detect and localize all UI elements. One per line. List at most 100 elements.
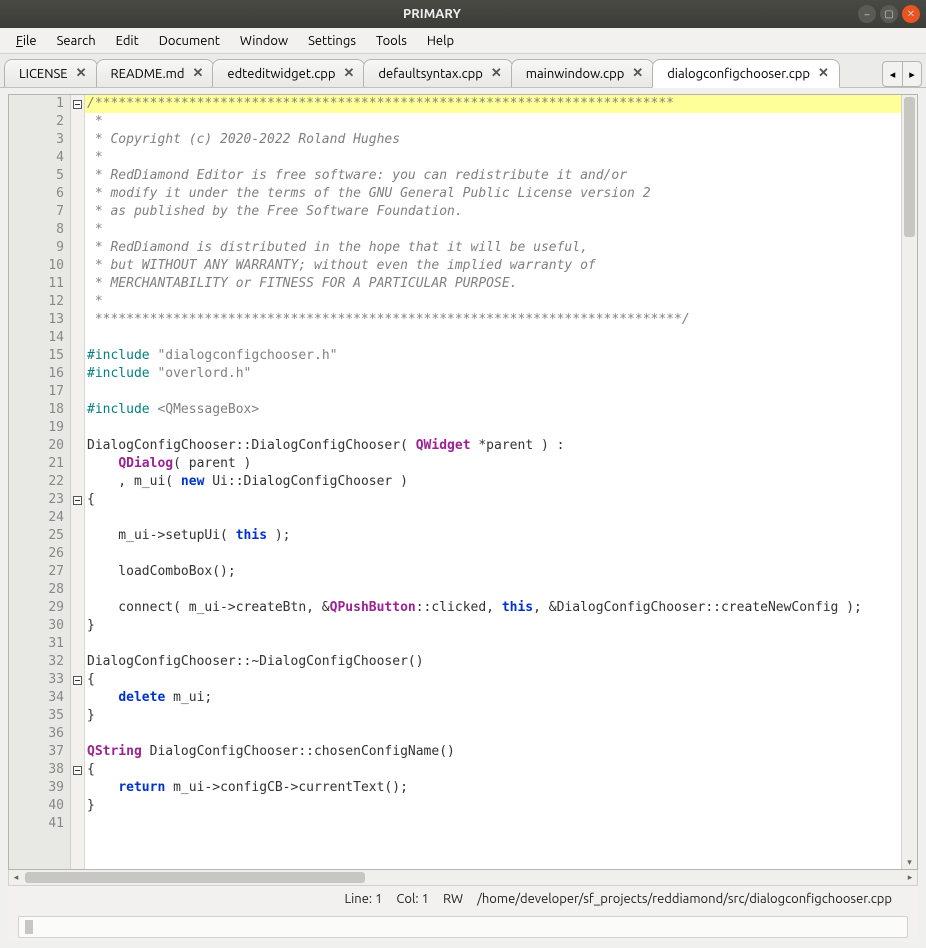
code-line[interactable]: QDialog( parent ) (85, 455, 901, 473)
tab-close-icon[interactable]: ✕ (818, 66, 829, 81)
line-number: 11 (9, 275, 70, 293)
vertical-scroll-thumb[interactable] (904, 97, 915, 237)
tab-defaultsyntax-cpp[interactable]: defaultsyntax.cpp✕ (363, 59, 512, 87)
tab-scroll-right-button[interactable]: ▸ (902, 61, 922, 87)
code-line[interactable]: * modify it under the terms of the GNU G… (85, 185, 901, 203)
code-line[interactable]: return m_ui->configCB->currentText(); (85, 779, 901, 797)
code-line[interactable]: delete m_ui; (85, 689, 901, 707)
fold-cell (71, 581, 84, 599)
code-line[interactable]: ****************************************… (85, 311, 901, 329)
tab-readme-md[interactable]: README.md✕ (96, 59, 215, 87)
line-number: 14 (9, 329, 70, 347)
horizontal-scroll-thumb[interactable] (25, 872, 365, 883)
menu-item-window[interactable]: Window (230, 31, 298, 51)
code-line[interactable]: m_ui->setupUi( this ); (85, 527, 901, 545)
fold-cell (71, 599, 84, 617)
code-line[interactable]: * (85, 221, 901, 239)
tab-mainwindow-cpp[interactable]: mainwindow.cpp✕ (511, 59, 654, 87)
code-line[interactable]: { (85, 671, 901, 689)
tab-close-icon[interactable]: ✕ (193, 66, 204, 81)
scroll-left-icon[interactable]: ◂ (9, 872, 23, 883)
vertical-scrollbar[interactable]: ▴ ▾ (901, 95, 917, 869)
minimize-button[interactable]: – (858, 5, 876, 23)
code-line[interactable] (85, 383, 901, 401)
code-line[interactable]: #include <QMessageBox> (85, 401, 901, 419)
code-line[interactable] (85, 419, 901, 437)
code-line[interactable]: loadComboBox(); (85, 563, 901, 581)
code-line[interactable]: * Copyright (c) 2020-2022 Roland Hughes (85, 131, 901, 149)
code-line[interactable]: * RedDiamond Editor is free software: yo… (85, 167, 901, 185)
code-line[interactable]: } (85, 617, 901, 635)
fold-cell (71, 311, 84, 329)
code-line[interactable]: QString DialogConfigChooser::chosenConfi… (85, 743, 901, 761)
code-line[interactable]: #include "dialogconfigchooser.h" (85, 347, 901, 365)
fold-cell (71, 455, 84, 473)
fold-cell (71, 95, 84, 113)
fold-toggle-icon[interactable] (73, 100, 82, 109)
code-line[interactable]: * as published by the Free Software Foun… (85, 203, 901, 221)
tab-close-icon[interactable]: ✕ (76, 66, 87, 81)
code-line[interactable]: DialogConfigChooser::DialogConfigChooser… (85, 437, 901, 455)
fold-cell (71, 635, 84, 653)
code-line[interactable]: /***************************************… (85, 95, 901, 113)
tab-close-icon[interactable]: ✕ (491, 66, 502, 81)
tab-edteditwidget-cpp[interactable]: edteditwidget.cpp✕ (212, 59, 365, 87)
horizontal-scrollbar[interactable]: ◂ ▸ (8, 870, 918, 886)
code-line[interactable]: DialogConfigChooser::~DialogConfigChoose… (85, 653, 901, 671)
code-line[interactable] (85, 509, 901, 527)
scroll-right-icon[interactable]: ▸ (903, 872, 917, 883)
menu-item-file[interactable]: File (6, 31, 47, 51)
code-line[interactable]: * RedDiamond is distributed in the hope … (85, 239, 901, 257)
menu-item-settings[interactable]: Settings (298, 31, 366, 51)
tab-close-icon[interactable]: ✕ (632, 66, 643, 81)
code-line[interactable]: #include "overlord.h" (85, 365, 901, 383)
line-number: 36 (9, 725, 70, 743)
close-button[interactable]: ✕ (902, 5, 920, 23)
code-line[interactable] (85, 635, 901, 653)
fold-toggle-icon[interactable] (73, 766, 82, 775)
line-number: 2 (9, 113, 70, 131)
code-line[interactable]: , m_ui( new Ui::DialogConfigChooser ) (85, 473, 901, 491)
line-number: 27 (9, 563, 70, 581)
code-line[interactable]: } (85, 797, 901, 815)
menu-item-help[interactable]: Help (417, 31, 464, 51)
code-line[interactable]: { (85, 761, 901, 779)
code-line[interactable] (85, 545, 901, 563)
tab-nav: ◂ ▸ (882, 61, 922, 87)
tab-scroll-left-button[interactable]: ◂ (882, 61, 902, 87)
code-view[interactable]: /***************************************… (85, 95, 901, 869)
scroll-down-icon[interactable]: ▾ (902, 855, 917, 869)
fold-toggle-icon[interactable] (73, 496, 82, 505)
title-bar: PRIMARY – ▢ ✕ (0, 0, 926, 28)
fold-cell (71, 815, 84, 833)
code-line[interactable] (85, 725, 901, 743)
code-line[interactable]: * (85, 293, 901, 311)
code-line[interactable] (85, 581, 901, 599)
menu-item-document[interactable]: Document (149, 31, 230, 51)
fold-toggle-icon[interactable] (73, 676, 82, 685)
menu-item-edit[interactable]: Edit (106, 31, 149, 51)
command-input[interactable] (18, 916, 908, 938)
code-line[interactable]: connect( m_ui->createBtn, &QPushButton::… (85, 599, 901, 617)
line-number: 4 (9, 149, 70, 167)
hscroll-track[interactable] (23, 870, 903, 885)
maximize-button[interactable]: ▢ (880, 5, 898, 23)
code-line[interactable]: * (85, 113, 901, 131)
fold-cell (71, 689, 84, 707)
menu-item-tools[interactable]: Tools (366, 31, 417, 51)
fold-cell (71, 509, 84, 527)
code-line[interactable] (85, 329, 901, 347)
code-line[interactable]: * (85, 149, 901, 167)
code-line[interactable]: * MERCHANTABILITY or FITNESS FOR A PARTI… (85, 275, 901, 293)
code-line[interactable]: * but WITHOUT ANY WARRANTY; without even… (85, 257, 901, 275)
code-line[interactable] (85, 815, 901, 833)
code-line[interactable]: } (85, 707, 901, 725)
fold-cell (71, 707, 84, 725)
fold-cell (71, 419, 84, 437)
tab-license[interactable]: LICENSE✕ (4, 59, 98, 87)
line-number: 22 (9, 473, 70, 491)
tab-dialogconfigchooser-cpp[interactable]: dialogconfigchooser.cpp✕ (652, 59, 840, 88)
tab-close-icon[interactable]: ✕ (344, 66, 355, 81)
code-line[interactable]: { (85, 491, 901, 509)
menu-item-search[interactable]: Search (47, 31, 106, 51)
